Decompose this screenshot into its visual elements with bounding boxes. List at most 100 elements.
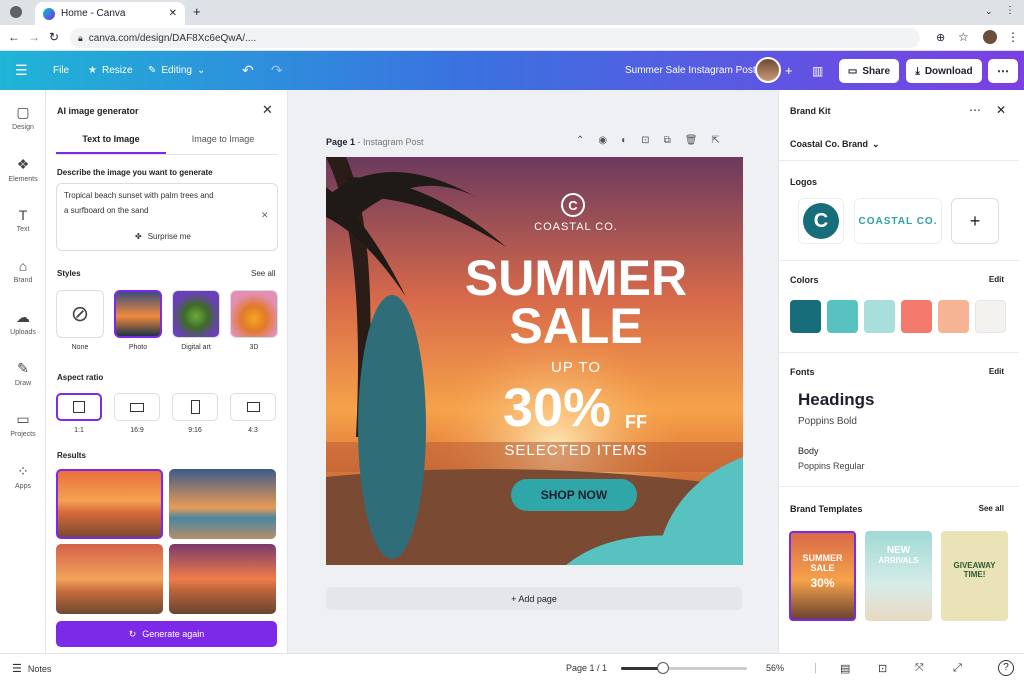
editing-mode-button[interactable]: ✎ Editing ⌄ (148, 51, 205, 90)
close-panel-icon[interactable]: ✕ (262, 102, 273, 118)
template-giveaway[interactable]: GIVEAWAY TIME! (941, 531, 1008, 621)
rail-item-uploads[interactable]: ☁ Uploads (0, 309, 46, 336)
generate-again-button[interactable]: ↻ Generate again (56, 621, 277, 647)
brand-kit-more-icon[interactable]: ⋯ (969, 103, 981, 117)
surprise-label: Surprise me (147, 232, 191, 241)
logo-wordmark-tile[interactable]: COASTAL CO. (854, 198, 942, 244)
rail-item-elements[interactable]: ❖ Elements (0, 156, 46, 183)
surprise-me-button[interactable]: ✤ Surprise me (135, 232, 191, 241)
add-logo-icon[interactable]: + (951, 198, 999, 244)
add-page-icon[interactable]: ⇱ (711, 135, 719, 146)
user-avatar[interactable] (755, 57, 781, 83)
url-field[interactable]: 🔒︎ canva.com/design/DAF8Xc6eQwA/.... (70, 28, 920, 48)
templates-see-all-link[interactable]: See all (979, 504, 1004, 513)
rail-item-design[interactable]: ▢ Design (0, 104, 46, 131)
rail-item-text[interactable]: T Text (0, 207, 46, 233)
browser-profile-icon[interactable] (10, 6, 22, 18)
rail-item-draw[interactable]: ✎ Draw (0, 360, 46, 387)
chrome-menu-icon[interactable]: ⋮ (1007, 30, 1019, 44)
style-digital-art-option[interactable] (172, 290, 220, 338)
browser-tab[interactable]: Home - Canva ✕ (35, 2, 185, 25)
notes-button[interactable]: ☰ Notes (12, 662, 51, 675)
browser-menu-icon[interactable]: ⋮ (1005, 5, 1015, 16)
divider (779, 260, 1019, 261)
tab-search-icon[interactable]: ⌄ (985, 6, 993, 17)
logo-mark-tile[interactable]: C (798, 198, 844, 244)
close-brand-kit-icon[interactable]: ✕ (996, 103, 1006, 117)
page-view-icon[interactable]: ⊡ (878, 662, 887, 675)
color-swatch-5[interactable] (938, 300, 969, 333)
rail-item-brand[interactable]: ⌂ Brand (0, 258, 46, 284)
back-icon[interactable]: ← (8, 30, 20, 44)
grid-view-icon[interactable]: ▤ (840, 662, 850, 675)
fonts-edit-link[interactable]: Edit (989, 367, 1004, 376)
styles-see-all-link[interactable]: See all (251, 269, 275, 278)
file-menu-button[interactable]: File (53, 51, 69, 90)
color-swatch-3[interactable] (864, 300, 895, 333)
close-tab-icon[interactable]: ✕ (169, 8, 177, 19)
template-summer-sale[interactable]: SUMMER SALE 30% (789, 531, 856, 621)
delete-page-icon[interactable]: 🗑︎ (685, 135, 698, 146)
zoom-percentage[interactable]: 56% (766, 663, 784, 673)
more-options-icon[interactable]: ⋯ (988, 59, 1018, 83)
zoom-slider-handle[interactable] (657, 662, 669, 674)
tab-image-to-image[interactable]: Image to Image (168, 134, 278, 144)
color-swatch-1[interactable] (790, 300, 821, 333)
describe-label: Describe the image you want to generate (57, 168, 213, 177)
comment-icon[interactable]: ◐ (621, 135, 627, 146)
download-icon: ⤓ (915, 65, 920, 77)
new-tab-icon[interactable]: + (193, 4, 201, 19)
color-swatch-2[interactable] (827, 300, 858, 333)
add-page-button[interactable]: + Add page (326, 587, 742, 610)
rail-item-projects[interactable]: ▭ Projects (0, 411, 46, 438)
zoom-slider-track[interactable] (621, 662, 747, 674)
canvas-shop-now-button[interactable]: SHOP NOW (511, 479, 637, 511)
result-image-1[interactable] (56, 469, 163, 539)
color-swatch-6[interactable] (975, 300, 1006, 333)
lock-page-icon[interactable]: ⊡ (641, 135, 649, 146)
result-image-4[interactable] (169, 544, 276, 614)
redo-icon[interactable]: ↷ (271, 51, 283, 90)
duplicate-page-icon[interactable]: ⧉ (664, 135, 671, 146)
instagram-post-canvas[interactable]: C COASTAL CO. SUMMER SALE UP TO 30% FF S… (326, 157, 743, 565)
color-swatch-4[interactable] (901, 300, 932, 333)
document-title[interactable]: Summer Sale Instagram Post (625, 51, 756, 90)
style-none-option[interactable]: ⊘ (56, 290, 104, 338)
undo-icon[interactable]: ↶ (242, 51, 254, 90)
shuffle-icon: ✤ (135, 232, 142, 241)
add-collaborator-icon[interactable]: + (785, 51, 793, 90)
share-button[interactable]: ▭ Share (839, 59, 899, 83)
resize-button[interactable]: ★ Resize (88, 51, 133, 90)
clear-prompt-icon[interactable]: ✕ (261, 210, 269, 221)
tab-text-to-image[interactable]: Text to Image (56, 134, 166, 144)
bookmark-star-icon[interactable]: ☆ (958, 30, 969, 44)
aspect-9-16-option[interactable] (172, 393, 218, 421)
reload-icon[interactable]: ↻ (49, 30, 59, 44)
aspect-4-3-option[interactable] (230, 393, 276, 421)
style-3d-option[interactable] (230, 290, 278, 338)
brand-selector[interactable]: Coastal Co. Brand ⌄ (790, 139, 880, 150)
heading-font-sample[interactable]: Headings (798, 390, 875, 410)
result-image-2[interactable] (169, 469, 276, 539)
hide-eye-icon[interactable]: ◉ (598, 135, 607, 146)
rail-item-apps[interactable]: ⁘ Apps (0, 463, 46, 490)
profile-avatar[interactable] (983, 30, 997, 44)
install-app-icon[interactable]: ⊕ (936, 31, 945, 44)
prompt-textarea[interactable]: Tropical beach sunset with palm trees an… (56, 183, 278, 251)
style-photo-option[interactable] (114, 290, 162, 338)
insights-chart-icon[interactable]: ▥ (812, 51, 823, 90)
help-icon[interactable]: ? (998, 660, 1014, 676)
fullscreen-icon[interactable]: ⤢ (953, 662, 962, 675)
colors-edit-link[interactable]: Edit (989, 275, 1004, 284)
template-new-arrivals[interactable]: NEW ARRIVALS (865, 531, 932, 621)
forward-icon[interactable]: → (28, 30, 40, 44)
download-button[interactable]: ⤓ Download (906, 59, 982, 83)
result-image-3[interactable] (56, 544, 163, 614)
aspect-1-1-option[interactable] (56, 393, 102, 421)
fit-screen-icon[interactable]: ⤧ (915, 662, 924, 675)
page-counter[interactable]: Page 1 / 1 (566, 663, 607, 673)
body-font-sample[interactable]: Body (798, 446, 819, 456)
collapse-chevron-icon[interactable]: ⌃ (576, 135, 584, 146)
aspect-16-9-option[interactable] (114, 393, 160, 421)
hamburger-menu-icon[interactable]: ☰ (15, 51, 28, 90)
